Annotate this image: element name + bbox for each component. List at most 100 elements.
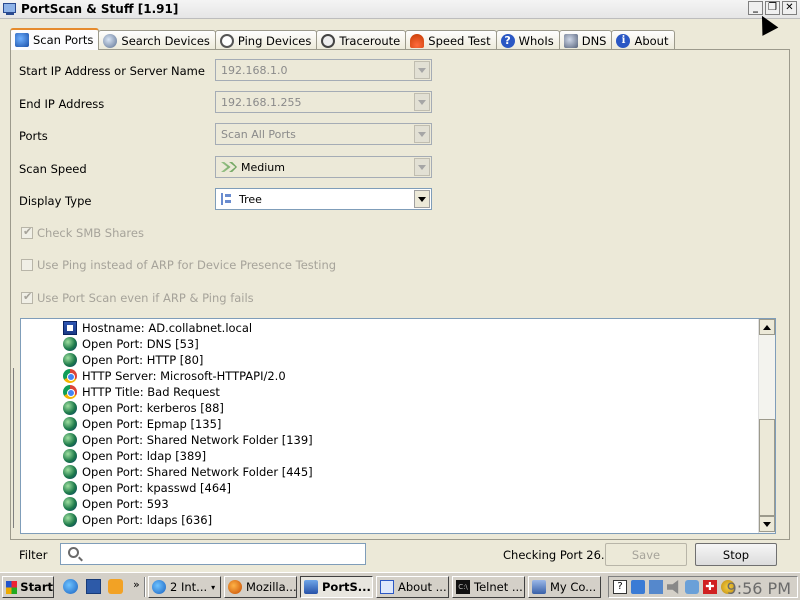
chevron-down-icon[interactable] xyxy=(414,125,430,143)
ie-icon xyxy=(152,580,166,594)
check-smb-label: Check SMB Shares xyxy=(37,226,144,240)
display-type-combo[interactable]: Tree xyxy=(215,188,432,210)
tab-traceroute[interactable]: Traceroute xyxy=(316,30,407,50)
vertical-scrollbar[interactable] xyxy=(758,319,775,533)
tab-speed-test[interactable]: Speed Test xyxy=(405,30,497,50)
ie-quicklaunch-icon[interactable] xyxy=(63,579,78,594)
chevron-down-icon[interactable] xyxy=(414,158,430,176)
start-ip-label: Start IP Address or Server Name xyxy=(19,64,205,78)
cmd-icon: C:\ xyxy=(456,580,470,594)
dns-icon xyxy=(563,33,578,48)
save-button[interactable]: Save xyxy=(605,543,687,566)
task-button-portscan[interactable]: PortS... xyxy=(300,576,373,598)
title-bar[interactable]: PortScan & Stuff [1.91] _ ❐ ✕ xyxy=(0,0,800,19)
results-tree[interactable]: Hostname: AD.collabnet.local Open Port: … xyxy=(20,318,776,534)
tab-label: Scan Ports xyxy=(33,33,94,47)
end-ip-combo[interactable]: 192.168.1.255 xyxy=(215,91,432,113)
chevron-down-icon[interactable] xyxy=(414,190,430,208)
checkbox-box[interactable] xyxy=(21,225,33,239)
window-controls: _ ❐ ✕ xyxy=(748,1,797,15)
scroll-down-button[interactable] xyxy=(759,516,775,532)
tab-search-devices[interactable]: Search Devices xyxy=(98,30,216,50)
chrome-icon xyxy=(63,385,77,399)
chevron-down-icon[interactable] xyxy=(414,61,430,79)
app-icon xyxy=(2,2,18,16)
globe-icon xyxy=(63,337,77,351)
media-player-icon[interactable] xyxy=(108,579,123,594)
tab-label: Traceroute xyxy=(339,33,401,48)
globe-icon xyxy=(63,401,77,415)
filter-input[interactable] xyxy=(60,543,366,565)
tree-row[interactable]: Open Port: kerberos [88] xyxy=(63,400,224,416)
task-button-mozilla[interactable]: Mozilla... xyxy=(224,576,297,598)
monitor-icon[interactable] xyxy=(649,580,663,594)
speaker-icon[interactable] xyxy=(667,580,679,594)
about-window-icon xyxy=(380,580,394,594)
tree-row[interactable]: Hostname: AD.collabnet.local xyxy=(63,320,252,336)
device-icon[interactable] xyxy=(685,580,699,594)
close-button[interactable]: ✕ xyxy=(782,1,797,15)
question-icon: ? xyxy=(500,33,515,48)
ports-combo[interactable]: Scan All Ports xyxy=(215,123,432,145)
show-desktop-icon[interactable] xyxy=(86,579,101,594)
info-icon: i xyxy=(616,33,631,48)
tab-label: Search Devices xyxy=(121,33,210,48)
tree-row[interactable]: Open Port: Epmap [135] xyxy=(63,416,221,432)
start-label: Start xyxy=(20,580,53,594)
help-icon[interactable]: ? xyxy=(613,580,627,594)
checkbox-box[interactable] xyxy=(21,259,33,271)
tree-row[interactable]: HTTP Server: Microsoft-HTTPAPI/2.0 xyxy=(63,368,286,384)
start-ip-combo[interactable]: 192.168.1.0 xyxy=(215,59,432,81)
tab-dns[interactable]: DNS xyxy=(558,30,613,50)
tree-row[interactable]: Open Port: ldaps [636] xyxy=(63,512,212,528)
check-smb-checkbox[interactable]: Check SMB Shares xyxy=(21,225,144,240)
task-button-telnet[interactable]: C:\ Telnet ... xyxy=(452,576,525,598)
tab-ping-devices[interactable]: Ping Devices xyxy=(214,30,318,50)
tab-about[interactable]: i About xyxy=(611,30,675,50)
display-type-value: Tree xyxy=(239,192,262,206)
minimize-button[interactable]: _ xyxy=(748,1,763,15)
scroll-up-button[interactable] xyxy=(759,319,775,335)
tab-strip: Scan Ports Search Devices Ping Devices T… xyxy=(10,28,675,50)
tab-label: WhoIs xyxy=(518,33,554,48)
tab-label: DNS xyxy=(581,33,607,48)
globe-icon xyxy=(63,433,77,447)
firefox-icon xyxy=(228,580,242,594)
scroll-thumb[interactable] xyxy=(759,419,775,516)
use-portscan-checkbox[interactable]: Use Port Scan even if ARP & Ping fails xyxy=(21,290,254,305)
tab-label: Speed Test xyxy=(428,33,491,48)
tree-row[interactable]: Open Port: 593 xyxy=(63,496,169,512)
scan-speed-combo[interactable]: Medium xyxy=(215,156,432,178)
status-text: Checking Port 26... xyxy=(503,548,612,562)
tree-row[interactable]: HTTP Title: Bad Request xyxy=(63,384,220,400)
tree-row[interactable]: Open Port: DNS [53] xyxy=(63,336,199,352)
use-ping-checkbox[interactable]: Use Ping instead of ARP for Device Prese… xyxy=(21,258,336,272)
checkbox-box[interactable] xyxy=(21,290,33,304)
chevron-down-icon[interactable] xyxy=(414,93,430,111)
tree-row[interactable]: Open Port: Shared Network Folder [139] xyxy=(63,432,313,448)
tree-row[interactable]: Open Port: kpasswd [464] xyxy=(63,480,231,496)
task-button-about[interactable]: About ... xyxy=(376,576,449,598)
clock[interactable]: 9:56 PM xyxy=(727,579,791,598)
search-icon xyxy=(68,547,79,558)
tab-whois[interactable]: ? WhoIs xyxy=(495,30,560,50)
tree-row[interactable]: Open Port: Shared Network Folder [445] xyxy=(63,464,313,480)
tab-scan-ports[interactable]: Scan Ports xyxy=(10,28,100,50)
computer-icon xyxy=(532,580,546,594)
quicklaunch-more-button[interactable]: » xyxy=(133,578,140,591)
network-icon[interactable] xyxy=(631,580,645,594)
stop-button[interactable]: Stop xyxy=(695,543,777,566)
tree-icon xyxy=(221,193,233,205)
tree-row[interactable]: Open Port: ldap [389] xyxy=(63,448,206,464)
task-button-my-computer[interactable]: My Co... xyxy=(528,576,601,598)
task-button-ie[interactable]: 2 Int... ▾ xyxy=(148,576,221,598)
security-icon[interactable]: ✚ xyxy=(703,580,717,594)
tree-row[interactable]: Open Port: HTTP [80] xyxy=(63,352,203,368)
ping-icon xyxy=(219,33,234,48)
scan-ports-icon xyxy=(15,33,29,47)
portscan-icon xyxy=(304,580,318,594)
scan-speed-label: Scan Speed xyxy=(19,162,87,176)
search-devices-icon xyxy=(103,33,118,48)
start-button[interactable]: Start xyxy=(2,576,54,598)
panel-edge xyxy=(11,368,14,528)
